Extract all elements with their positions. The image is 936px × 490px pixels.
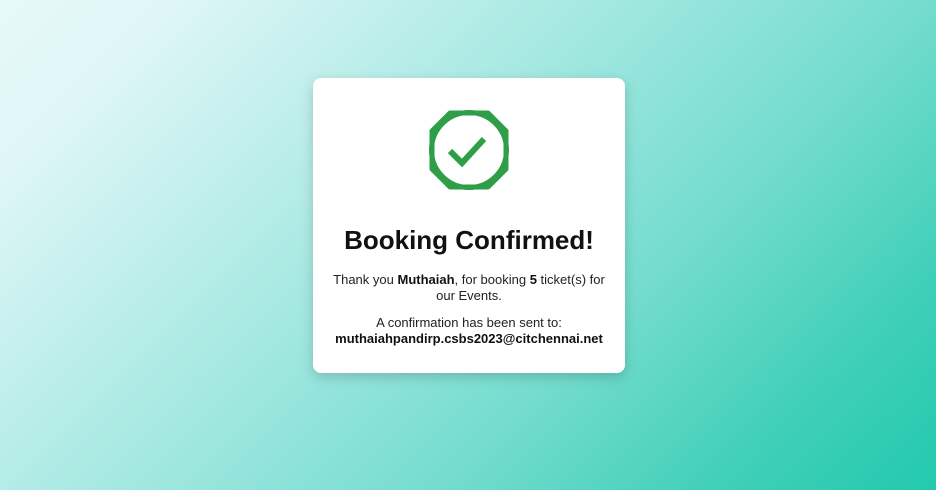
booking-confirmation-card: Booking Confirmed! Thank you Muthaiah, f… <box>313 78 625 373</box>
check-circle-icon <box>428 109 510 191</box>
customer-name: Muthaiah <box>397 272 455 287</box>
confirmation-sent-text: A confirmation has been sent to: muthaia… <box>323 315 615 347</box>
ticket-count: 5 <box>529 272 537 287</box>
confirmation-email: muthaiahpandirp.csbs2023@citchennai.net <box>335 331 603 346</box>
message-prefix: Thank you <box>333 272 398 287</box>
confirmation-label: A confirmation has been sent to: <box>376 315 562 330</box>
message-middle: , for booking <box>454 272 530 287</box>
page-title: Booking Confirmed! <box>344 225 594 255</box>
thank-you-message: Thank you Muthaiah, for booking 5 ticket… <box>331 272 607 304</box>
